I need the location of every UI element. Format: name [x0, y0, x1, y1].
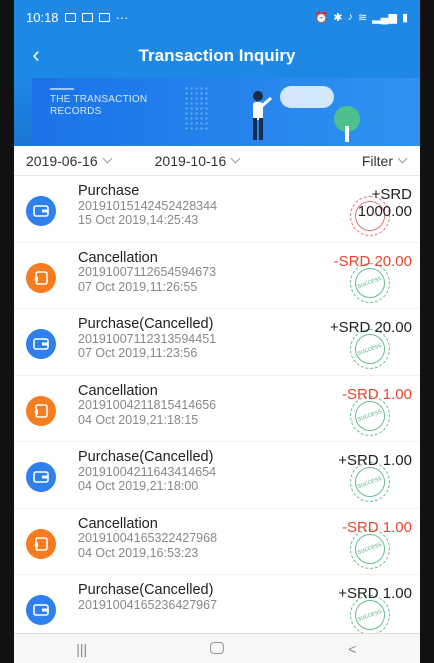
filter-button[interactable]: Filter: [362, 153, 408, 169]
transaction-amount: +SRD 20.00: [329, 319, 412, 336]
alarm-icon: ⏰: [314, 11, 329, 24]
wallet-icon: [26, 329, 56, 359]
transaction-name: Purchase(Cancelled): [78, 449, 214, 465]
transaction-details: Purchase(Cancelled) 20191004165236427967: [78, 583, 217, 612]
bluetooth-icon: ✱: [333, 11, 343, 24]
dot-pattern: [184, 86, 210, 132]
wallet-icon: [26, 595, 56, 625]
banner-text: THE TRANSACTION RECORDS: [50, 94, 147, 118]
status-bar: 10:18 ··· ⏰ ✱ ♪ ≋ ▂▄▆ ▮: [14, 0, 420, 34]
more-notifications: ···: [115, 9, 129, 25]
end-date-value: 2019-10-16: [154, 152, 227, 169]
transaction-name: Purchase: [78, 183, 140, 199]
wallet-icon: [26, 462, 56, 492]
transaction-details: Purchase(Cancelled) 20191004211643414654…: [78, 450, 216, 494]
recents-icon: |||: [76, 640, 88, 657]
transaction-id: 20191004165236427967: [78, 597, 218, 612]
chevron-down-icon: [102, 153, 113, 164]
status-icons: ⏰ ✱ ♪ ≋ ▂▄▆ ▮: [315, 11, 408, 24]
signal-icon: ▂▄▆: [372, 11, 397, 24]
back-button[interactable]: ‹: [24, 44, 48, 68]
transaction-row[interactable]: Cancellation 20191004165322427968 04 Oct…: [14, 509, 420, 575]
filter-bar: 2019-06-16 2019-10-16 Filter: [14, 146, 420, 176]
tree-trunk: [345, 126, 349, 142]
transaction-name: Cancellation: [78, 249, 158, 266]
status-time: 10:18: [26, 9, 59, 25]
phone-screen: 10:18 ··· ⏰ ✱ ♪ ≋ ▂▄▆ ▮ ‹ Transaction In…: [14, 0, 420, 663]
transaction-row[interactable]: Cancellation 20191004211815414656 04 Oct…: [14, 376, 420, 442]
person-illustration: [253, 91, 272, 140]
transaction-details: Cancellation 20191004211815414656 04 Oct…: [78, 382, 217, 428]
transaction-row[interactable]: Purchase(Cancelled) 20191007112313594451…: [14, 309, 420, 376]
transaction-name: Purchase(Cancelled): [78, 582, 214, 598]
transaction-amount: -SRD 1.00: [341, 385, 412, 403]
transaction-row[interactable]: Purchase(Cancelled) 20191004165236427967…: [14, 575, 420, 642]
chevron-down-icon: [230, 153, 241, 164]
transaction-name: Purchase(Cancelled): [78, 316, 214, 332]
transaction-amount: -SRD 1.00: [341, 518, 412, 536]
return-icon: [26, 262, 56, 293]
transaction-time: 15 Oct 2019,14:25:43: [78, 213, 199, 227]
wifi-icon: ≋: [358, 11, 368, 24]
return-icon: [26, 528, 56, 559]
transaction-details: Cancellation 20191004165322427968 04 Oct…: [78, 515, 218, 561]
home-button[interactable]: [197, 641, 237, 657]
transaction-amount: +SRD 1.00: [338, 585, 412, 602]
recents-button[interactable]: |||: [62, 641, 102, 657]
battery-icon: ▮: [401, 11, 408, 24]
amount-value: 1000.00: [357, 203, 412, 220]
cloud-illustration: [280, 86, 334, 108]
transaction-time: 04 Oct 2019,21:18:00: [78, 479, 199, 493]
transaction-id: 20191007112654594673: [78, 265, 217, 279]
transaction-details: Cancellation 20191007112654594673 07 Oct…: [78, 249, 217, 295]
notification-icon: [98, 12, 110, 22]
mute-icon: ♪: [347, 11, 354, 23]
transaction-id: 20191007112313594451: [78, 331, 217, 346]
return-icon: [26, 395, 56, 426]
transaction-name: Cancellation: [78, 382, 158, 399]
transaction-amount: -SRD 20.00: [333, 252, 412, 270]
banner-text-line1: THE TRANSACTION: [50, 94, 148, 105]
home-icon: [209, 641, 224, 654]
transaction-amount: +SRD 1000.00: [358, 186, 412, 220]
wallet-icon: [26, 196, 56, 226]
transaction-details: Purchase 20191015142452428344 15 Oct 201…: [78, 184, 217, 228]
gallery-icon: [64, 12, 76, 22]
start-date-picker[interactable]: 2019-06-16: [26, 153, 113, 169]
system-nav-bar: ||| <: [14, 633, 420, 663]
transaction-details: Purchase(Cancelled) 20191007112313594451…: [78, 317, 216, 361]
transaction-id: 20191015142452428344: [78, 198, 218, 213]
page-title: Transaction Inquiry: [138, 46, 296, 65]
amount-currency: +SRD: [371, 186, 412, 203]
transaction-row[interactable]: Purchase 20191015142452428344 15 Oct 201…: [14, 176, 420, 243]
filter-label: Filter: [361, 152, 393, 169]
transaction-amount: +SRD 1.00: [338, 452, 412, 469]
start-date-value: 2019-06-16: [26, 152, 98, 169]
transaction-list: Purchase 20191015142452428344 15 Oct 201…: [14, 176, 420, 642]
transaction-name: Cancellation: [78, 515, 158, 532]
transaction-time: 04 Oct 2019,21:18:15: [78, 412, 199, 427]
chevron-down-icon: [397, 153, 408, 164]
message-icon: [81, 12, 93, 22]
transaction-row[interactable]: Purchase(Cancelled) 20191004211643414654…: [14, 442, 420, 509]
transaction-id: 20191004211815414656: [78, 398, 217, 412]
end-date-picker[interactable]: 2019-10-16: [155, 153, 242, 169]
nav-back-button[interactable]: <: [332, 641, 372, 657]
transaction-time: 07 Oct 2019,11:26:55: [78, 279, 198, 294]
status-left: 10:18 ···: [26, 10, 129, 25]
banner: THE TRANSACTION RECORDS: [14, 78, 420, 146]
chevron-left-icon: ‹: [32, 42, 40, 67]
transaction-id: 20191004211643414654: [78, 464, 217, 479]
transaction-id: 20191004165322427968: [78, 531, 218, 545]
transaction-row[interactable]: Cancellation 20191007112654594673 07 Oct…: [14, 243, 420, 309]
banner-divider: [50, 88, 74, 90]
transaction-time: 04 Oct 2019,16:53:23: [78, 545, 199, 560]
back-icon: <: [348, 640, 357, 657]
transaction-time: 07 Oct 2019,11:23:56: [78, 346, 198, 360]
app-header: ‹ Transaction Inquiry: [14, 34, 420, 78]
banner-text-line2: RECORDS: [50, 106, 102, 117]
